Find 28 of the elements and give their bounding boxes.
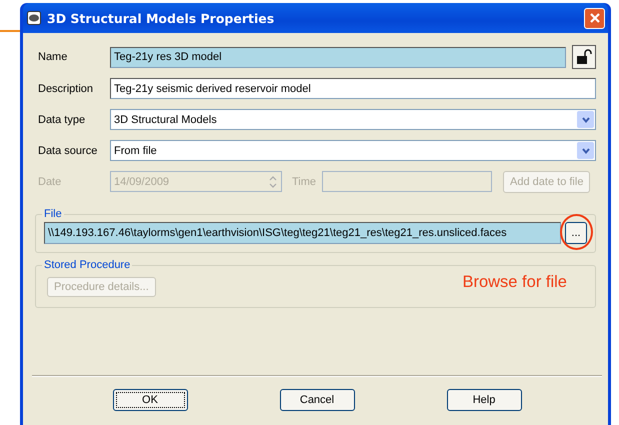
dropdown[interactable]: 3D Structural Models [110,109,596,130]
dialog-button[interactable]: OK [112,389,188,411]
field-label: Time [292,176,316,188]
lock-button[interactable] [572,45,596,69]
close-icon [588,12,600,24]
chevron-down-icon [577,142,594,159]
dialog-button[interactable]: Help [446,389,522,411]
padlock-icon [576,49,592,65]
text-field[interactable]: Teg-21y res 3D model [110,46,566,68]
spinner-arrows-icon [268,174,278,190]
field-label: Data source [38,144,98,156]
text-field[interactable]: Teg-21y seismic derived reservoir model [110,78,596,99]
dialog-button[interactable]: Cancel [280,389,354,411]
highlight-circle [560,214,593,250]
dropdown[interactable]: From file [110,140,596,161]
close-button[interactable] [584,8,605,28]
file-path-field[interactable]: \\149.193.167.46\taylorms\gen1\earthvision\ISG\teg\teg21\teg21_res\teg21_res.unsliced.faces [44,222,561,244]
field-label: Date [38,176,62,188]
field-label: Data type [38,114,86,126]
app-icon [27,11,41,25]
field-label: Name [38,51,68,63]
browse-button[interactable]: ... [565,222,587,244]
chevron-down-icon [577,111,594,128]
group-title: File [43,208,63,220]
annotation-text: Browse for file [462,273,567,292]
field-label: Description [38,82,94,94]
window-title: 3D Structural Models Properties [47,10,276,26]
group-title: Stored Procedure [43,259,132,271]
